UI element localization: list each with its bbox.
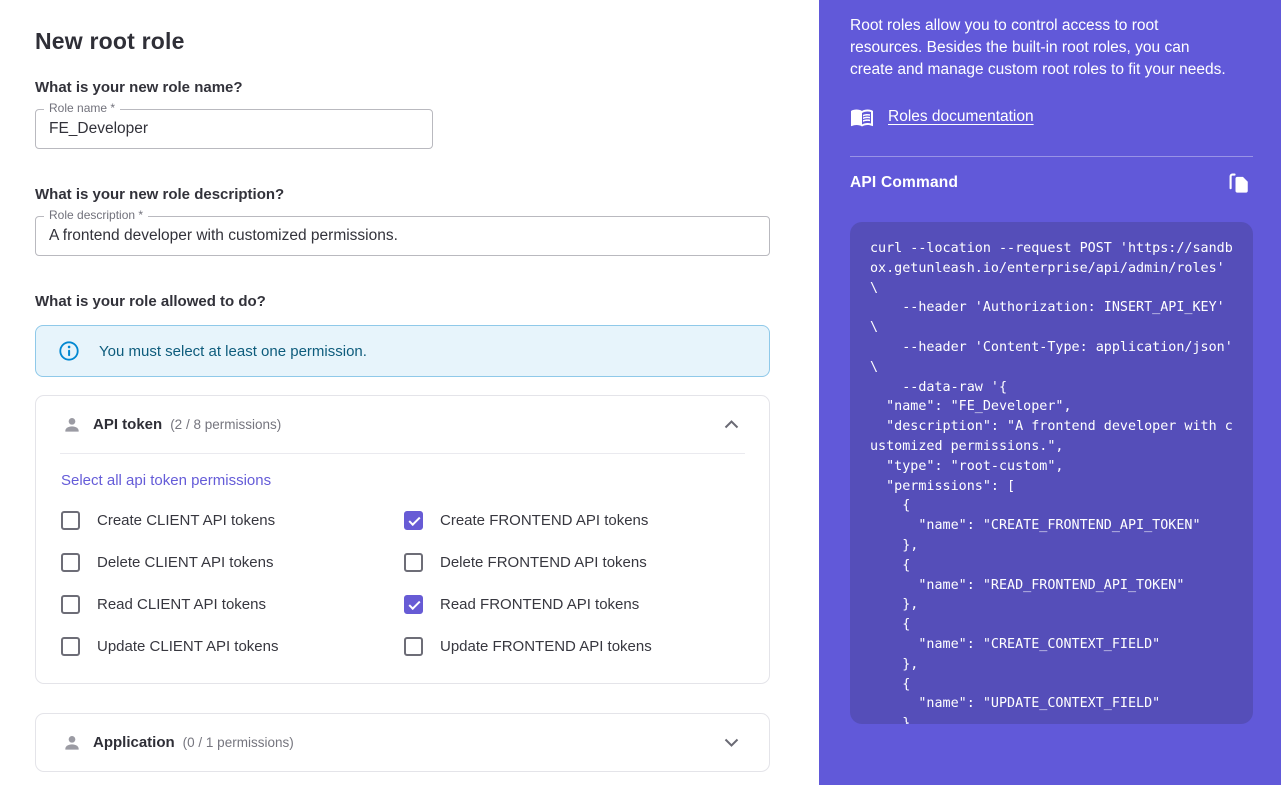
permission-row: Read CLIENT API tokens — [61, 595, 404, 614]
permissions-count: (2 / 8 permissions) — [170, 417, 281, 432]
role-name-field: Role name * — [35, 109, 433, 149]
api-token-permissions-body: Select all api token permissions Create … — [36, 454, 769, 683]
checkbox-create-client-api-tokens[interactable] — [61, 511, 80, 530]
permission-label: Update CLIENT API tokens — [97, 638, 279, 655]
permission-row: Read FRONTEND API tokens — [404, 595, 743, 614]
info-sidebar: Root roles allow you to control access t… — [819, 0, 1281, 785]
select-all-api-token-permissions-link[interactable]: Select all api token permissions — [61, 472, 271, 489]
permission-row: Create CLIENT API tokens — [61, 511, 404, 530]
application-accordion-header[interactable]: Application (0 / 1 permissions) — [36, 714, 769, 771]
roles-documentation-link[interactable]: Roles documentation — [850, 105, 1034, 129]
permission-row: Update FRONTEND API tokens — [404, 637, 743, 656]
person-icon — [62, 733, 82, 753]
copy-command-button[interactable] — [1225, 169, 1253, 197]
role-description-question: What is your new role description? — [35, 186, 770, 203]
permission-label: Update FRONTEND API tokens — [440, 638, 652, 655]
permission-row: Update CLIENT API tokens — [61, 637, 404, 656]
permission-category-application: Application (0 / 1 permissions) — [35, 713, 770, 772]
permission-label: Read CLIENT API tokens — [97, 596, 266, 613]
person-icon — [62, 415, 82, 435]
checkbox-delete-client-api-tokens[interactable] — [61, 553, 80, 572]
info-icon — [58, 340, 80, 362]
book-icon — [850, 105, 874, 129]
checkbox-update-frontend-api-tokens[interactable] — [404, 637, 423, 656]
permission-category-api-token: API token (2 / 8 permissions) Select all… — [35, 395, 770, 684]
page-title: New root role — [35, 28, 770, 55]
permission-row: Delete CLIENT API tokens — [61, 553, 404, 572]
chevron-down-icon[interactable] — [724, 738, 739, 747]
new-root-role-form: New root role What is your new role name… — [0, 0, 819, 785]
permissions-grid: Create CLIENT API tokens Create FRONTEND… — [61, 511, 743, 656]
accordion-title: API token — [93, 416, 162, 433]
checkbox-read-frontend-api-tokens[interactable] — [404, 595, 423, 614]
api-command-code: curl --location --request POST 'https://… — [870, 239, 1233, 724]
api-command-code-block: curl --location --request POST 'https://… — [850, 222, 1253, 724]
role-description-label: Role description * — [44, 208, 148, 223]
chevron-up-icon[interactable] — [724, 420, 739, 429]
permissions-count: (0 / 1 permissions) — [183, 735, 294, 750]
api-command-header: API Command — [850, 169, 1253, 197]
role-name-question: What is your new role name? — [35, 79, 770, 96]
checkbox-read-client-api-tokens[interactable] — [61, 595, 80, 614]
permission-label: Read FRONTEND API tokens — [440, 596, 639, 613]
info-alert: You must select at least one permission. — [35, 325, 770, 377]
checkbox-update-client-api-tokens[interactable] — [61, 637, 80, 656]
alert-message: You must select at least one permission. — [99, 343, 367, 360]
sidebar-divider — [850, 156, 1253, 157]
permission-row: Delete FRONTEND API tokens — [404, 553, 743, 572]
roles-documentation-label: Roles documentation — [888, 108, 1034, 126]
api-command-title: API Command — [850, 174, 958, 192]
copy-icon — [1225, 169, 1253, 197]
permission-label: Delete FRONTEND API tokens — [440, 554, 647, 571]
checkbox-delete-frontend-api-tokens[interactable] — [404, 553, 423, 572]
permission-label: Create CLIENT API tokens — [97, 512, 275, 529]
permission-label: Delete CLIENT API tokens — [97, 554, 273, 571]
sidebar-intro-text: Root roles allow you to control access t… — [850, 15, 1230, 81]
role-description-field: Role description * — [35, 216, 770, 256]
accordion-title: Application — [93, 734, 175, 751]
api-token-accordion-header[interactable]: API token (2 / 8 permissions) — [36, 396, 769, 453]
checkbox-create-frontend-api-tokens[interactable] — [404, 511, 423, 530]
permission-label: Create FRONTEND API tokens — [440, 512, 648, 529]
permission-row: Create FRONTEND API tokens — [404, 511, 743, 530]
permissions-question: What is your role allowed to do? — [35, 293, 770, 310]
role-name-label: Role name * — [44, 101, 120, 116]
